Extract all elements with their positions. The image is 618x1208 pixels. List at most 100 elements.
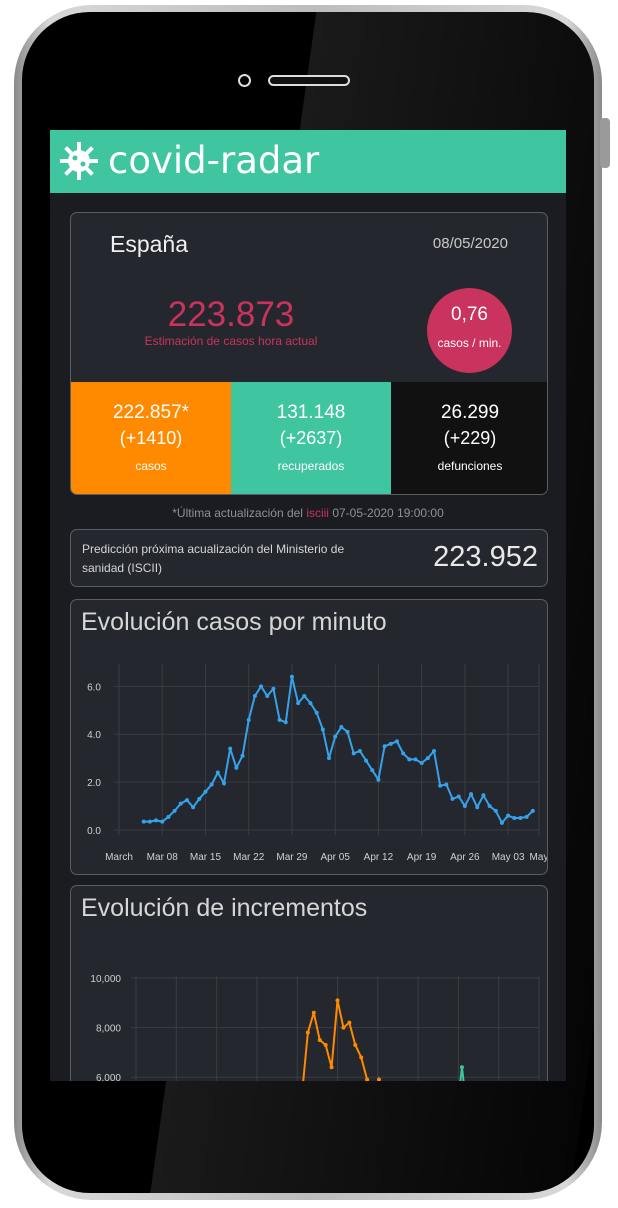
stat-label: casos <box>135 459 167 473</box>
stat-delta: (+229) <box>443 428 497 448</box>
data-point <box>209 782 214 787</box>
data-point <box>246 717 251 722</box>
x-tick-label: Mar 15 <box>190 852 222 863</box>
summary-date: 08/05/2020 <box>432 235 508 252</box>
data-point <box>407 757 412 762</box>
stat-cases: 222.857* (+1410) casos <box>71 382 231 494</box>
data-point <box>518 816 523 821</box>
stat-value: 26.299 <box>440 402 500 423</box>
stat-deaths: 26.299 (+229) defunciones <box>391 382 547 494</box>
estimate-label: Estimación de casos hora actual <box>144 334 318 348</box>
chart-card-increments: Evolución de incrementos 4,0006,0008,000… <box>70 885 548 1081</box>
summary-card: España 08/05/2020 223.873 Estimación de … <box>70 212 548 495</box>
data-point <box>394 739 399 744</box>
update-source-link[interactable]: isciii <box>306 506 329 520</box>
data-point <box>347 1020 352 1025</box>
data-point <box>154 818 159 823</box>
data-point <box>296 701 301 706</box>
data-point <box>419 760 424 765</box>
data-point <box>215 770 220 775</box>
y-tick-label: 8,000 <box>96 1024 121 1035</box>
data-point <box>469 792 474 797</box>
app-screen[interactable]: covid-radar España 08/05/2020 223.873 Es… <box>50 130 566 1081</box>
stat-label: defunciones <box>437 459 503 473</box>
rate-unit: casos / min. <box>437 336 502 350</box>
data-point <box>172 808 177 813</box>
data-point <box>311 1010 316 1015</box>
data-point <box>265 693 270 698</box>
data-point <box>234 765 239 770</box>
data-point <box>327 756 331 761</box>
data-point <box>222 781 226 786</box>
stat-value: 222.857* <box>112 402 190 423</box>
data-point <box>141 819 146 824</box>
data-point <box>353 1042 358 1047</box>
prediction-card: Predicción próxima acualización del Mini… <box>70 529 548 587</box>
y-tick-label: 10,000 <box>90 974 121 985</box>
chart-per-minute: 0.0 2.0 4.0 6.0 March Mar 08 Mar 15 Mar 22 Mar 2… <box>87 664 548 863</box>
x-tick-label: Mar 29 <box>276 852 308 863</box>
data-point <box>308 701 313 706</box>
data-point <box>401 751 406 756</box>
data-point <box>359 1055 364 1060</box>
phone-side-button <box>600 118 610 168</box>
data-point <box>147 819 152 824</box>
phone-camera <box>238 74 251 87</box>
data-point <box>376 777 381 782</box>
data-point <box>320 727 325 732</box>
data-point <box>462 804 467 809</box>
data-point <box>364 758 369 763</box>
data-point <box>382 744 387 749</box>
stat-delta: (+2637) <box>279 428 343 448</box>
data-point <box>197 796 202 801</box>
virus-icon <box>60 142 98 180</box>
data-point <box>512 816 517 821</box>
y-tick-label: 0.0 <box>87 826 101 837</box>
x-tick-label: May <box>530 852 548 863</box>
phone-speaker <box>268 75 350 86</box>
x-tick-label: Mar 22 <box>233 852 265 863</box>
data-point <box>432 749 436 753</box>
data-point <box>335 998 340 1003</box>
prediction-label: Predicción próxima acualización del Mini… <box>82 542 345 575</box>
data-point <box>493 808 498 813</box>
x-tick-label: March <box>105 852 133 863</box>
data-point <box>323 1042 328 1047</box>
chart-card-per-minute: Evolución casos por minuto 0.0 2.0 4.0 6.0 M… <box>70 599 548 875</box>
data-point <box>351 751 356 756</box>
data-point <box>487 804 492 809</box>
data-point <box>228 746 233 751</box>
data-point <box>277 717 282 722</box>
data-point <box>524 814 529 819</box>
data-point <box>370 768 375 773</box>
data-point <box>475 805 480 810</box>
data-point <box>283 720 288 725</box>
prediction-value: 223.952 <box>433 541 538 573</box>
data-point <box>341 1025 346 1030</box>
y-tick-label: 6.0 <box>87 682 101 693</box>
data-point <box>530 808 535 813</box>
country-name: España <box>110 231 189 257</box>
y-tick-label: 2.0 <box>87 778 101 789</box>
data-point <box>314 710 319 715</box>
chart-increments: 4,0006,0008,00010,000 <box>90 974 540 1081</box>
data-point <box>329 1065 334 1070</box>
data-point <box>456 794 461 799</box>
x-tick-label: Apr 19 <box>407 852 437 863</box>
x-tick-label: Mar 08 <box>147 852 179 863</box>
estimate-value: 223.873 <box>167 295 295 334</box>
series-line <box>459 1067 465 1081</box>
rate-badge: 0,76 casos / min. <box>427 288 512 373</box>
data-point <box>438 783 443 788</box>
x-tick-label: Apr 26 <box>450 852 480 863</box>
data-point <box>191 805 196 810</box>
app-title: covid-radar <box>108 139 320 182</box>
data-point <box>317 1038 322 1042</box>
data-point <box>388 741 393 746</box>
series-line <box>302 1000 381 1081</box>
data-point <box>302 693 307 698</box>
data-point <box>357 749 362 753</box>
data-point <box>506 813 511 818</box>
data-point <box>413 757 418 762</box>
x-tick-label: Apr 12 <box>364 852 394 863</box>
